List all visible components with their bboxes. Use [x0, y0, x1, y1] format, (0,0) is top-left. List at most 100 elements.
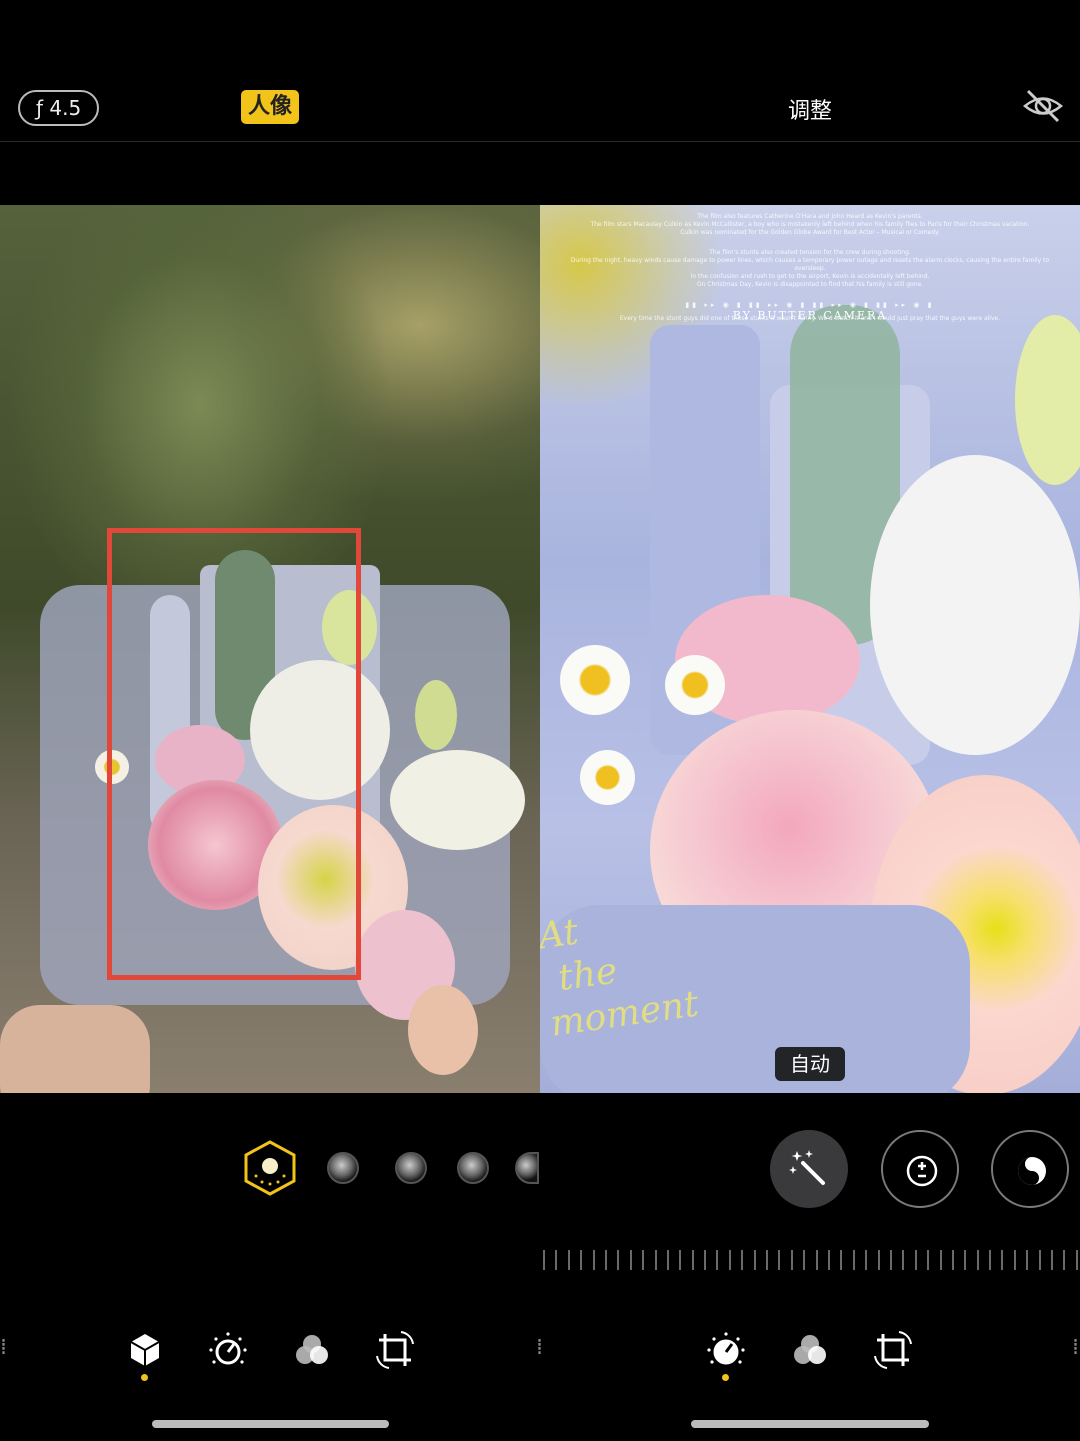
- slider-tick: [580, 1250, 583, 1270]
- original-photo: [0, 205, 540, 1093]
- yin-yang-icon: [1018, 1157, 1046, 1185]
- light-option-icon[interactable]: [457, 1152, 489, 1184]
- slider-tick: [1051, 1250, 1054, 1270]
- slider-tick: [1001, 1250, 1004, 1270]
- slider-tick: [939, 1250, 942, 1270]
- crop-icon[interactable]: [873, 1330, 913, 1370]
- top-bar: ƒ 4.5 人像 调整: [0, 0, 1080, 142]
- active-tab-indicator: [141, 1374, 148, 1381]
- slider-tick: [1075, 1250, 1078, 1270]
- partial-tab-icon: ⁞: [1072, 1335, 1079, 1360]
- slider-tick: [914, 1250, 917, 1270]
- slider-tick: [964, 1250, 967, 1270]
- slider-tick: [567, 1250, 570, 1270]
- slider-tick: [691, 1250, 694, 1270]
- slider-tick: [976, 1250, 979, 1270]
- poster-line: During the night, heavy winds cause dama…: [570, 257, 1050, 272]
- slider-tick: [741, 1250, 744, 1270]
- daisy: [560, 645, 630, 715]
- filters-icon[interactable]: [292, 1330, 332, 1370]
- poster-line: On Christmas Day, Kevin is disappointed …: [696, 281, 924, 288]
- green-bud: [1015, 315, 1080, 485]
- slider-tick: [753, 1250, 756, 1270]
- slider-tick: [604, 1250, 607, 1270]
- slider-tick: [543, 1250, 545, 1270]
- slider-tick: [877, 1250, 880, 1270]
- home-indicator: [691, 1420, 929, 1428]
- slider-tick: [666, 1250, 669, 1270]
- slider-tick: [1026, 1250, 1029, 1270]
- slider-tick: [642, 1250, 645, 1270]
- playback-glyphs: ▮▮ ▸▸ ◉ ▮ ▮▮ ▸▸ ◉ ▮ ▮▮ ▸▸ ◉ ▮ ▮▮ ▸▸ ◉ ▮: [685, 301, 935, 309]
- adjust-title: 调整: [787, 99, 832, 124]
- auto-enhance-button[interactable]: [770, 1130, 848, 1208]
- portrait-cube-icon[interactable]: [125, 1330, 165, 1370]
- adjustment-slider[interactable]: [543, 1250, 1080, 1272]
- adjust-dial-icon[interactable]: [706, 1330, 746, 1370]
- slider-tick: [728, 1250, 731, 1270]
- exposure-icon: [906, 1155, 938, 1187]
- highlight-frame: [107, 528, 361, 980]
- poster-caption: The film also features Catherine O'Hara …: [558, 213, 1062, 323]
- daisy: [580, 750, 635, 805]
- slider-tick: [927, 1250, 930, 1270]
- exposure-button[interactable]: [881, 1130, 959, 1208]
- slider-tick: [1038, 1250, 1041, 1270]
- slider-tick: [704, 1250, 707, 1270]
- white-lisianthus: [870, 455, 1080, 755]
- filters-icon[interactable]: [790, 1330, 830, 1370]
- slider-tick: [803, 1250, 806, 1270]
- slider-tick: [555, 1250, 558, 1270]
- watermark-brand: BY BUTTER CAMERA: [732, 309, 888, 322]
- slider-tick: [840, 1250, 843, 1270]
- poster-line: The film's stunts also created tension f…: [709, 249, 911, 256]
- poster-line: In the confusion and rush to get to the …: [690, 273, 930, 280]
- magic-wand-icon: [789, 1150, 825, 1185]
- slider-tick: [889, 1250, 892, 1270]
- script-overlay: At the moment: [540, 895, 701, 1046]
- portrait-light-cube-icon[interactable]: [244, 1140, 296, 1196]
- slider-tick: [865, 1250, 868, 1270]
- hand: [0, 1005, 150, 1093]
- slider-tick: [815, 1250, 818, 1270]
- light-option-icon[interactable]: [327, 1152, 359, 1184]
- slider-tick: [852, 1250, 855, 1270]
- adjust-dial-icon[interactable]: [208, 1330, 248, 1370]
- black-white-button[interactable]: [991, 1130, 1069, 1208]
- slider-tick: [617, 1250, 620, 1270]
- crop-icon[interactable]: [375, 1330, 415, 1370]
- active-tab-indicator: [722, 1374, 729, 1381]
- slider-tick: [902, 1250, 905, 1270]
- slider-tick: [592, 1250, 595, 1270]
- slider-tick: [629, 1250, 632, 1270]
- slider-tick: [1013, 1250, 1016, 1270]
- slider-tick: [679, 1250, 682, 1270]
- slider-tick: [778, 1250, 781, 1270]
- slider-tick: [654, 1250, 657, 1270]
- slider-tick: [790, 1250, 793, 1270]
- home-indicator: [152, 1420, 389, 1428]
- slider-tick: [716, 1250, 719, 1270]
- slider-tick: [766, 1250, 769, 1270]
- slider-tick: [951, 1250, 954, 1270]
- slider-tick: [1063, 1250, 1066, 1270]
- portrait-mode-badge[interactable]: 人像: [241, 90, 299, 124]
- daisy: [665, 655, 725, 715]
- green-bud: [415, 680, 457, 750]
- eye-slash-icon[interactable]: [1022, 88, 1064, 124]
- slider-tick: [827, 1250, 830, 1270]
- auto-badge: 自动: [775, 1047, 845, 1081]
- partial-tab-icon: ⁞: [536, 1335, 543, 1360]
- light-option-icon[interactable]: [515, 1152, 539, 1184]
- poster-line: Culkin was nominated for the Golden Glob…: [680, 229, 940, 236]
- edited-photo: The film also features Catherine O'Hara …: [540, 205, 1080, 1093]
- poster-line: The film stars Macaulay Culkin as Kevin …: [590, 221, 1030, 228]
- aperture-button[interactable]: ƒ 4.5: [18, 90, 100, 126]
- poster-line: The film also features Catherine O'Hara …: [697, 213, 923, 220]
- slider-tick: [989, 1250, 992, 1270]
- light-option-icon[interactable]: [395, 1152, 427, 1184]
- white-rose: [390, 750, 525, 850]
- hand: [408, 985, 478, 1075]
